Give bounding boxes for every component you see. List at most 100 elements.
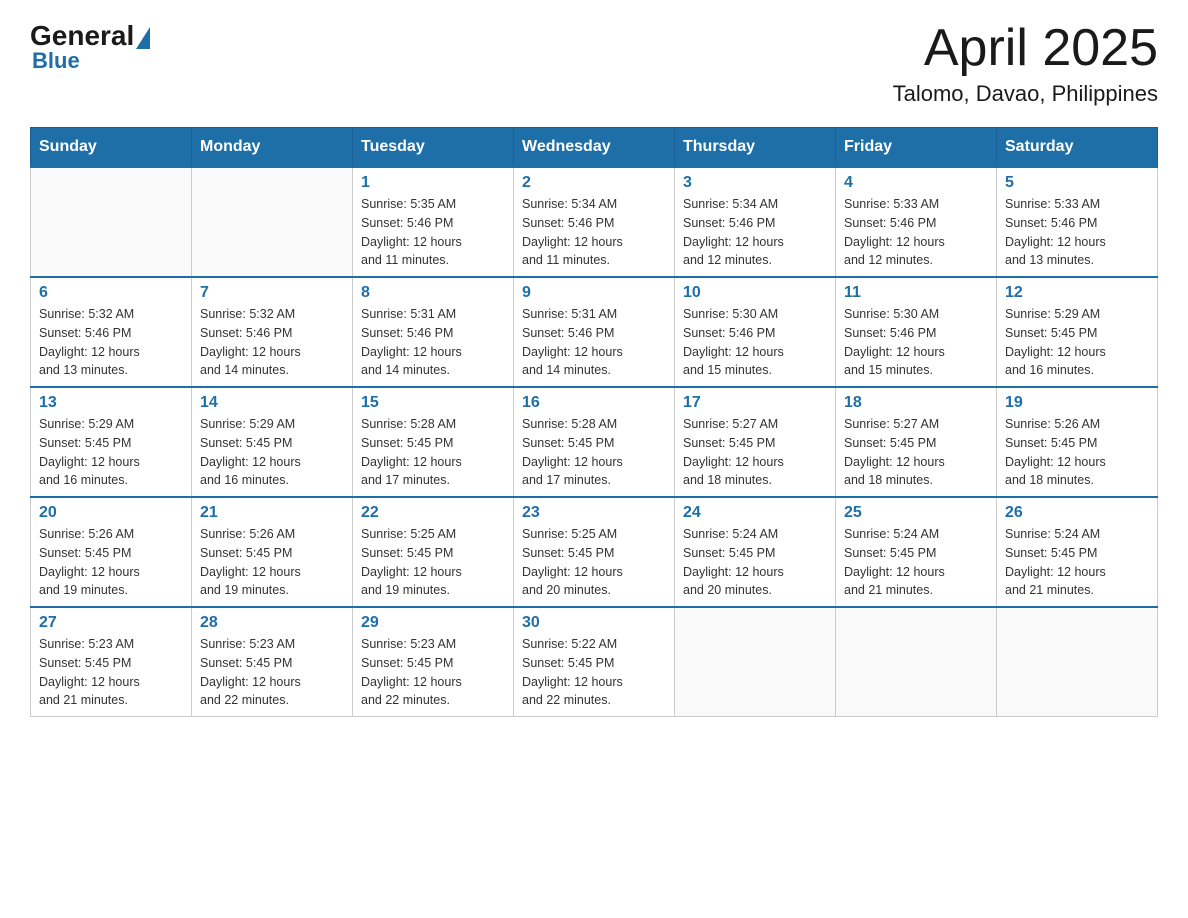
day-number: 17 xyxy=(683,394,827,412)
day-number: 12 xyxy=(1005,284,1149,302)
calendar-cell: 8 Sunrise: 5:31 AM Sunset: 5:46 PM Daylig… xyxy=(353,277,514,387)
day-number: 8 xyxy=(361,284,505,302)
calendar-day-header: Monday xyxy=(192,128,353,168)
day-number: 10 xyxy=(683,284,827,302)
calendar-cell: 14 Sunrise: 5:29 AM Sunset: 5:45 PM Dayli… xyxy=(192,387,353,497)
main-title: April 2025 xyxy=(893,20,1158,77)
calendar-cell: 15 Sunrise: 5:28 AM Sunset: 5:45 PM Dayli… xyxy=(353,387,514,497)
calendar-cell: 25 Sunrise: 5:24 AM Sunset: 5:45 PM Dayli… xyxy=(836,497,997,607)
day-info: Sunrise: 5:35 AM Sunset: 5:46 PM Dayligh… xyxy=(361,195,505,270)
day-number: 18 xyxy=(844,394,988,412)
logo-blue: Blue xyxy=(32,48,80,74)
day-info: Sunrise: 5:31 AM Sunset: 5:46 PM Dayligh… xyxy=(522,305,666,380)
day-number: 20 xyxy=(39,504,183,522)
day-info: Sunrise: 5:30 AM Sunset: 5:46 PM Dayligh… xyxy=(844,305,988,380)
calendar-cell: 2 Sunrise: 5:34 AM Sunset: 5:46 PM Daylig… xyxy=(514,167,675,277)
day-info: Sunrise: 5:34 AM Sunset: 5:46 PM Dayligh… xyxy=(683,195,827,270)
calendar-cell: 11 Sunrise: 5:30 AM Sunset: 5:46 PM Dayli… xyxy=(836,277,997,387)
logo-triangle-icon xyxy=(136,27,150,49)
calendar-cell: 10Sunrise: 5:30 AM Sunset: 5:46 PM Dayli… xyxy=(675,277,836,387)
day-info: Sunrise: 5:25 AM Sunset: 5:45 PM Dayligh… xyxy=(522,525,666,600)
day-info: Sunrise: 5:27 AM Sunset: 5:45 PM Dayligh… xyxy=(683,415,827,490)
calendar-cell: 30 Sunrise: 5:22 AM Sunset: 5:45 PM Dayli… xyxy=(514,607,675,717)
week-row: 1Sunrise: 5:35 AM Sunset: 5:46 PM Daylig… xyxy=(31,167,1158,277)
day-number: 13 xyxy=(39,394,183,412)
day-info: Sunrise: 5:26 AM Sunset: 5:45 PM Dayligh… xyxy=(39,525,183,600)
week-row: 27Sunrise: 5:23 AM Sunset: 5:45 PM Dayli… xyxy=(31,607,1158,717)
day-info: Sunrise: 5:23 AM Sunset: 5:45 PM Dayligh… xyxy=(39,635,183,710)
day-info: Sunrise: 5:33 AM Sunset: 5:46 PM Dayligh… xyxy=(1005,195,1149,270)
calendar-day-header: Saturday xyxy=(997,128,1158,168)
subtitle: Talomo, Davao, Philippines xyxy=(893,81,1158,107)
day-info: Sunrise: 5:26 AM Sunset: 5:45 PM Dayligh… xyxy=(200,525,344,600)
calendar-cell: 3 Sunrise: 5:34 AM Sunset: 5:46 PM Daylig… xyxy=(675,167,836,277)
calendar-cell: 26 Sunrise: 5:24 AM Sunset: 5:45 PM Dayli… xyxy=(997,497,1158,607)
calendar-cell: 5 Sunrise: 5:33 AM Sunset: 5:46 PM Daylig… xyxy=(997,167,1158,277)
calendar-cell: 13 Sunrise: 5:29 AM Sunset: 5:45 PM Dayli… xyxy=(31,387,192,497)
calendar-cell: 18Sunrise: 5:27 AM Sunset: 5:45 PM Dayli… xyxy=(836,387,997,497)
calendar-cell: 29 Sunrise: 5:23 AM Sunset: 5:45 PM Dayli… xyxy=(353,607,514,717)
calendar-cell xyxy=(192,167,353,277)
day-number: 29 xyxy=(361,614,505,632)
calendar-day-header: Tuesday xyxy=(353,128,514,168)
title-section: April 2025 Talomo, Davao, Philippines xyxy=(893,20,1158,107)
day-info: Sunrise: 5:28 AM Sunset: 5:45 PM Dayligh… xyxy=(522,415,666,490)
calendar-day-header: Wednesday xyxy=(514,128,675,168)
calendar-cell: 4Sunrise: 5:33 AM Sunset: 5:46 PM Daylig… xyxy=(836,167,997,277)
calendar-cell xyxy=(675,607,836,717)
day-number: 6 xyxy=(39,284,183,302)
day-number: 3 xyxy=(683,174,827,192)
calendar-cell: 19 Sunrise: 5:26 AM Sunset: 5:45 PM Dayli… xyxy=(997,387,1158,497)
day-info: Sunrise: 5:32 AM Sunset: 5:46 PM Dayligh… xyxy=(39,305,183,380)
calendar-cell: 12 Sunrise: 5:29 AM Sunset: 5:45 PM Dayli… xyxy=(997,277,1158,387)
calendar-cell: 22 Sunrise: 5:25 AM Sunset: 5:45 PM Dayli… xyxy=(353,497,514,607)
day-number: 22 xyxy=(361,504,505,522)
calendar-day-header: Friday xyxy=(836,128,997,168)
day-info: Sunrise: 5:24 AM Sunset: 5:45 PM Dayligh… xyxy=(844,525,988,600)
day-number: 25 xyxy=(844,504,988,522)
calendar-cell: 1Sunrise: 5:35 AM Sunset: 5:46 PM Daylig… xyxy=(353,167,514,277)
day-info: Sunrise: 5:22 AM Sunset: 5:45 PM Dayligh… xyxy=(522,635,666,710)
day-number: 15 xyxy=(361,394,505,412)
day-info: Sunrise: 5:25 AM Sunset: 5:45 PM Dayligh… xyxy=(361,525,505,600)
calendar-cell: 17 Sunrise: 5:27 AM Sunset: 5:45 PM Dayli… xyxy=(675,387,836,497)
day-info: Sunrise: 5:29 AM Sunset: 5:45 PM Dayligh… xyxy=(200,415,344,490)
calendar-cell: 9 Sunrise: 5:31 AM Sunset: 5:46 PM Daylig… xyxy=(514,277,675,387)
day-number: 19 xyxy=(1005,394,1149,412)
day-number: 26 xyxy=(1005,504,1149,522)
day-info: Sunrise: 5:26 AM Sunset: 5:45 PM Dayligh… xyxy=(1005,415,1149,490)
day-number: 28 xyxy=(200,614,344,632)
day-number: 7 xyxy=(200,284,344,302)
calendar-table: SundayMondayTuesdayWednesdayThursdayFrid… xyxy=(30,127,1158,717)
page-header: General Blue April 2025 Talomo, Davao, P… xyxy=(30,20,1158,107)
day-info: Sunrise: 5:23 AM Sunset: 5:45 PM Dayligh… xyxy=(200,635,344,710)
calendar-cell: 21 Sunrise: 5:26 AM Sunset: 5:45 PM Dayli… xyxy=(192,497,353,607)
calendar-cell: 24Sunrise: 5:24 AM Sunset: 5:45 PM Dayli… xyxy=(675,497,836,607)
day-info: Sunrise: 5:28 AM Sunset: 5:45 PM Dayligh… xyxy=(361,415,505,490)
calendar-header-row: SundayMondayTuesdayWednesdayThursdayFrid… xyxy=(31,128,1158,168)
day-number: 16 xyxy=(522,394,666,412)
day-number: 9 xyxy=(522,284,666,302)
calendar-cell: 20 Sunrise: 5:26 AM Sunset: 5:45 PM Dayli… xyxy=(31,497,192,607)
day-info: Sunrise: 5:34 AM Sunset: 5:46 PM Dayligh… xyxy=(522,195,666,270)
day-number: 30 xyxy=(522,614,666,632)
calendar-day-header: Sunday xyxy=(31,128,192,168)
day-info: Sunrise: 5:29 AM Sunset: 5:45 PM Dayligh… xyxy=(39,415,183,490)
day-number: 21 xyxy=(200,504,344,522)
day-info: Sunrise: 5:24 AM Sunset: 5:45 PM Dayligh… xyxy=(1005,525,1149,600)
calendar-cell: 7 Sunrise: 5:32 AM Sunset: 5:46 PM Daylig… xyxy=(192,277,353,387)
day-info: Sunrise: 5:33 AM Sunset: 5:46 PM Dayligh… xyxy=(844,195,988,270)
week-row: 13 Sunrise: 5:29 AM Sunset: 5:45 PM Dayli… xyxy=(31,387,1158,497)
day-info: Sunrise: 5:24 AM Sunset: 5:45 PM Dayligh… xyxy=(683,525,827,600)
day-info: Sunrise: 5:29 AM Sunset: 5:45 PM Dayligh… xyxy=(1005,305,1149,380)
week-row: 20 Sunrise: 5:26 AM Sunset: 5:45 PM Dayli… xyxy=(31,497,1158,607)
day-number: 2 xyxy=(522,174,666,192)
day-info: Sunrise: 5:31 AM Sunset: 5:46 PM Dayligh… xyxy=(361,305,505,380)
day-info: Sunrise: 5:23 AM Sunset: 5:45 PM Dayligh… xyxy=(361,635,505,710)
day-info: Sunrise: 5:32 AM Sunset: 5:46 PM Dayligh… xyxy=(200,305,344,380)
calendar-cell xyxy=(997,607,1158,717)
day-number: 5 xyxy=(1005,174,1149,192)
day-number: 14 xyxy=(200,394,344,412)
calendar-day-header: Thursday xyxy=(675,128,836,168)
day-number: 11 xyxy=(844,284,988,302)
